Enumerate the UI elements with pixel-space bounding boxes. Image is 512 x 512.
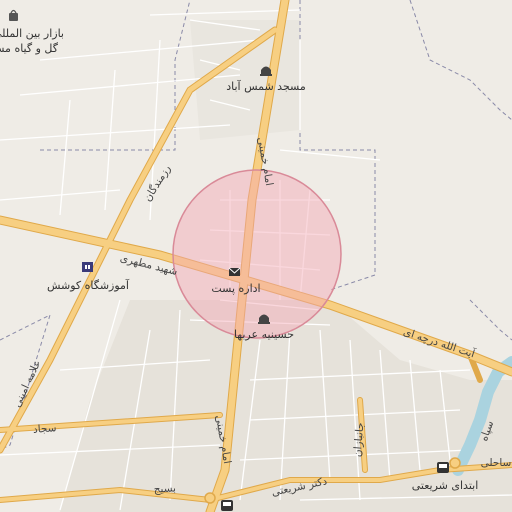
- road-label-sahel: ساحلی: [481, 457, 512, 469]
- map-canvas[interactable]: شهید مطهری آیت الله درچه ای امام خمینی ا…: [0, 0, 512, 512]
- svg-text:مسجد شمس آباد: مسجد شمس آباد: [226, 79, 306, 93]
- svg-text:ابتدای شریعتی: ابتدای شریعتی: [412, 479, 479, 492]
- svg-text:آموزشگاه کوشش: آموزشگاه کوشش: [47, 278, 130, 292]
- svg-text:بازار بین المللی: بازار بین المللی: [0, 27, 64, 40]
- highlight-radius-circle: [172, 169, 342, 339]
- svg-text:اداره پست: اداره پست: [211, 282, 260, 295]
- envelope-icon: [228, 267, 241, 276]
- school-icon: [82, 262, 93, 272]
- roundabout: [204, 492, 216, 504]
- road-label-sajjad: سجاد: [33, 422, 57, 436]
- svg-text:حسینیه عربها: حسینیه عربها: [234, 328, 294, 341]
- roundabout: [449, 457, 461, 469]
- bus-icon: [437, 462, 449, 473]
- svg-text:گل و گیاه مس: گل و گیاه مس: [0, 42, 59, 55]
- bus-icon: [221, 500, 233, 511]
- map-view[interactable]: شهید مطهری آیت الله درچه ای امام خمینی ا…: [0, 0, 512, 512]
- road-label-basij: بسیج: [153, 482, 176, 495]
